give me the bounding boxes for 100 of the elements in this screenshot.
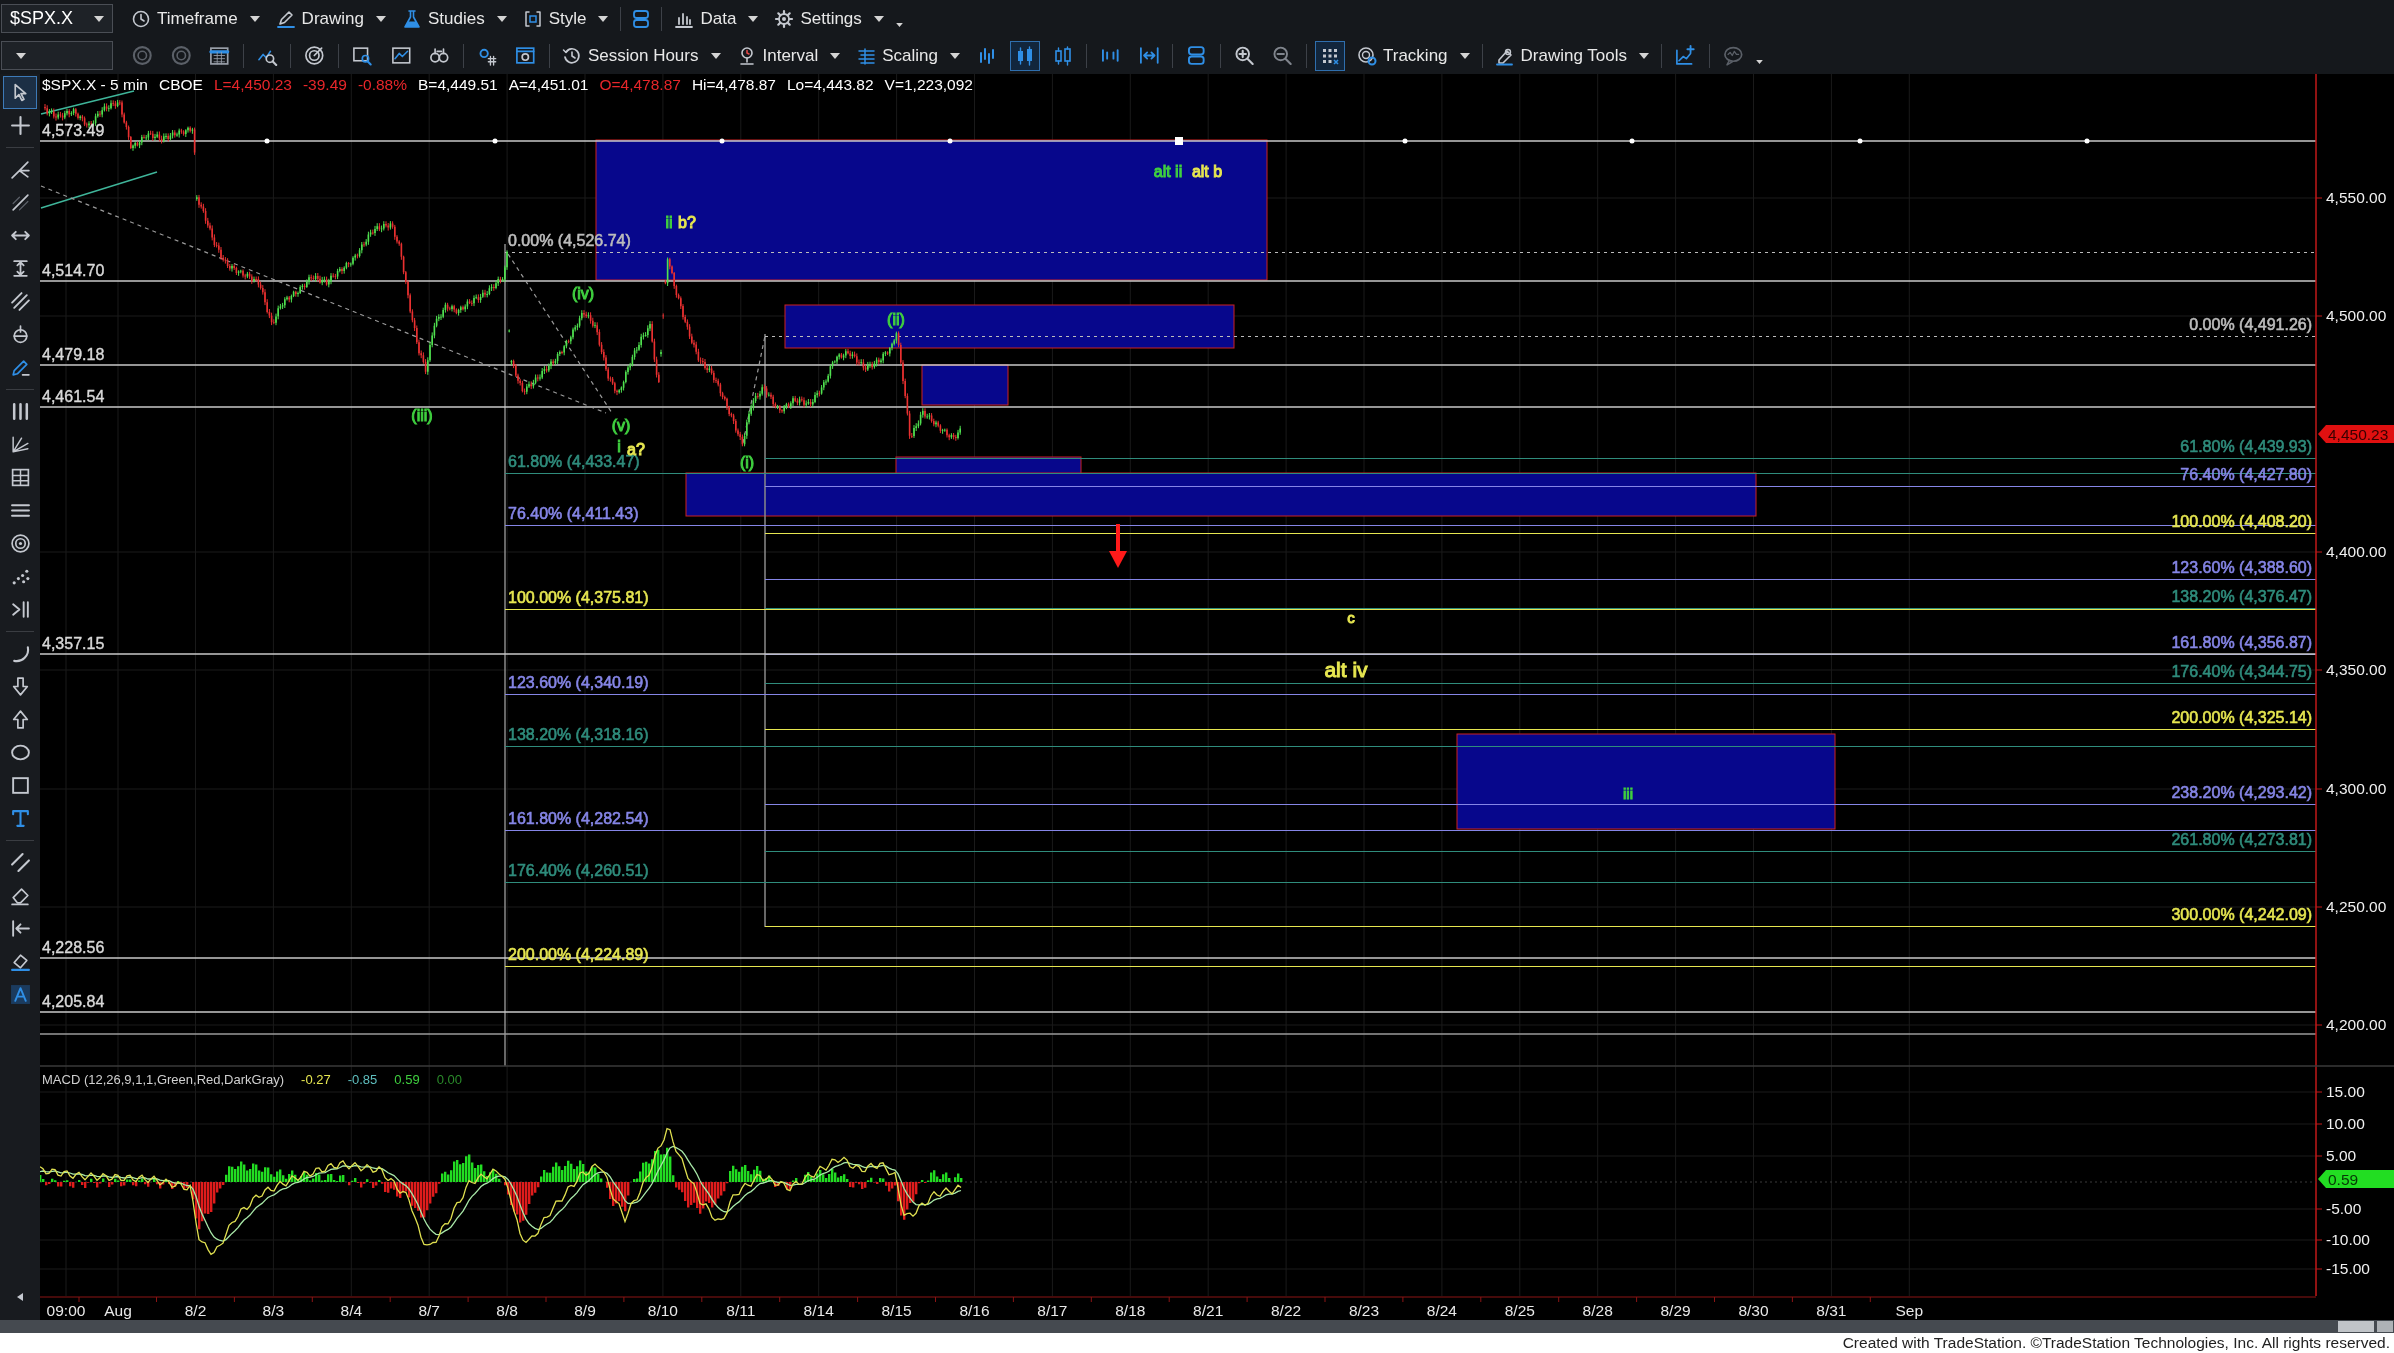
studies-menu[interactable]: Studies xyxy=(393,2,515,35)
low-price: Lo=4,443.82 xyxy=(786,76,874,94)
data-menu[interactable]: Data xyxy=(666,2,767,35)
text-tool-icon xyxy=(9,808,31,829)
table-grid-icon xyxy=(9,467,31,488)
flask-icon xyxy=(401,8,422,29)
wave-label: alt b xyxy=(1191,163,1223,180)
caret-icon xyxy=(94,15,104,22)
date-axis-label: 8/4 xyxy=(340,1302,363,1319)
handle-dot-icon[interactable] xyxy=(1857,138,1863,144)
macd-axis-label: 10.00 xyxy=(2326,1115,2365,1132)
date-axis-label: 8/8 xyxy=(496,1302,518,1319)
scaling-menu[interactable]: Scaling xyxy=(848,39,968,72)
date-axis-label: 8/29 xyxy=(1660,1302,1691,1319)
volume: V=1,223,092 xyxy=(884,76,973,94)
handle-dot-icon[interactable] xyxy=(1402,138,1408,144)
stacked-panels-icon[interactable] xyxy=(631,8,652,29)
indicator-value: -0.85 xyxy=(347,1072,378,1087)
fib-level-label: 0.00% (4,491.26) xyxy=(2189,315,2312,333)
arrow-to-line-icon xyxy=(9,918,31,939)
open-price: O=4,478.87 xyxy=(599,76,681,94)
style-menu[interactable]: Style xyxy=(514,2,617,35)
wave-label: c xyxy=(1347,609,1355,626)
diagonal-lines-icon xyxy=(9,291,31,312)
caret-icon xyxy=(748,15,759,22)
fib-level-label: 238.20% (4,293.42) xyxy=(2171,783,2312,801)
footer-credit: Created with TradeStation. ©TradeStation Technologies, Inc. All rights reserved. xyxy=(1842,1334,2390,1352)
left-triangle-icon[interactable] xyxy=(17,1293,23,1301)
date-axis-label: 8/28 xyxy=(1582,1302,1613,1319)
settings-menu[interactable]: Settings xyxy=(766,2,892,35)
interval-menu[interactable]: Interval xyxy=(728,39,849,72)
ellipse-icon xyxy=(9,742,31,763)
macd-value-tag: 0.59 xyxy=(2318,1170,2394,1188)
symbol-dropdown[interactable]: $SPX.X xyxy=(1,4,113,33)
pencil-icon xyxy=(9,357,31,378)
date-axis-label: Aug xyxy=(104,1302,132,1319)
caret-icon xyxy=(375,15,386,22)
line-bars-icon xyxy=(977,45,997,66)
date-axis-label: 8/22 xyxy=(1271,1302,1302,1319)
drawing-menu[interactable]: Drawing xyxy=(267,2,394,35)
fib-level-label: 161.80% (4,356.87) xyxy=(2171,633,2312,651)
wave-label: i xyxy=(617,438,621,455)
handle-dot-icon[interactable] xyxy=(719,138,725,144)
high-price: Hi=4,478.87 xyxy=(691,76,776,94)
pitchfork-icon xyxy=(9,159,31,180)
scrollbar-thumb[interactable] xyxy=(2338,1321,2374,1332)
chart-style-button[interactable] xyxy=(1010,40,1040,71)
price-level-label: 4,514.70 xyxy=(42,262,105,279)
caret-icon[interactable] xyxy=(1756,59,1764,64)
date-axis-label: 8/3 xyxy=(262,1302,285,1319)
price-level-label: 4,228.56 xyxy=(42,939,105,956)
crosshair-grid-button[interactable] xyxy=(1315,40,1345,71)
caret-icon[interactable] xyxy=(895,22,903,27)
price-level-label: 4,479.18 xyxy=(42,346,105,363)
timeframe-menu[interactable]: Timeframe xyxy=(123,2,268,35)
scrollbar-track[interactable] xyxy=(0,1320,2394,1333)
date-axis-label: 8/2 xyxy=(184,1302,207,1319)
price-axis-label: 4,400.00 xyxy=(2326,543,2387,560)
caret-icon xyxy=(16,52,26,59)
handle-dot-icon[interactable] xyxy=(264,138,270,144)
parallel-lines-icon xyxy=(9,852,31,873)
date-axis-label: 8/17 xyxy=(1037,1302,1068,1319)
drawing-tools-menu[interactable]: Drawing Tools xyxy=(1486,39,1657,72)
handle-square-icon[interactable] xyxy=(1175,137,1183,145)
macd-axis-label: -15.00 xyxy=(2326,1260,2370,1277)
tracking-menu[interactable]: Tracking xyxy=(1349,39,1478,72)
fib-level-label: 61.80% (4,439.93) xyxy=(2180,437,2312,455)
fib-level-label: 138.20% (4,376.47) xyxy=(2171,587,2312,605)
price-axis-label: 4,550.00 xyxy=(2326,189,2387,206)
last-price: L=4,450.23 xyxy=(213,76,292,94)
scale-lines-icon xyxy=(856,45,877,66)
price-axis-label: 4,300.00 xyxy=(2326,780,2387,797)
macd-axis-label: 5.00 xyxy=(2326,1147,2357,1164)
date-axis-label: 8/7 xyxy=(418,1302,440,1319)
indicator-value: 0.00 xyxy=(436,1072,462,1087)
fib-level-label: 161.80% (4,282.54) xyxy=(508,809,649,827)
price-axis-label: 4,250.00 xyxy=(2326,898,2387,915)
handle-dot-icon[interactable] xyxy=(1629,138,1635,144)
exchange-label: CBOE xyxy=(158,76,203,94)
net-change: -39.49 xyxy=(302,76,347,94)
diamond-underline-icon xyxy=(9,951,31,972)
date-axis-label: 8/14 xyxy=(803,1302,834,1319)
indicator-value: 0.59 xyxy=(394,1072,420,1087)
date-axis-label: 8/24 xyxy=(1426,1302,1457,1319)
font-color-icon xyxy=(9,984,31,1005)
indicator-value: -0.27 xyxy=(301,1072,331,1087)
fan-lines-icon xyxy=(9,434,31,455)
session-hours-menu[interactable]: Session Hours xyxy=(553,39,729,72)
wave-label: iii xyxy=(1623,785,1633,802)
handle-dot-icon[interactable] xyxy=(2084,138,2090,144)
drawing-tool-button[interactable] xyxy=(3,76,37,109)
dropdown-field[interactable] xyxy=(1,41,113,70)
date-axis-label: 8/25 xyxy=(1504,1302,1535,1319)
candlestick-icon xyxy=(1015,45,1035,66)
symbol-title: $SPX.X - 5 min xyxy=(42,76,148,94)
wave-label: (ii) xyxy=(887,311,905,328)
handle-dot-icon[interactable] xyxy=(492,138,498,144)
crosshair-icon xyxy=(9,115,31,136)
wave-label: (iii) xyxy=(411,407,433,424)
handle-dot-icon[interactable] xyxy=(947,138,953,144)
